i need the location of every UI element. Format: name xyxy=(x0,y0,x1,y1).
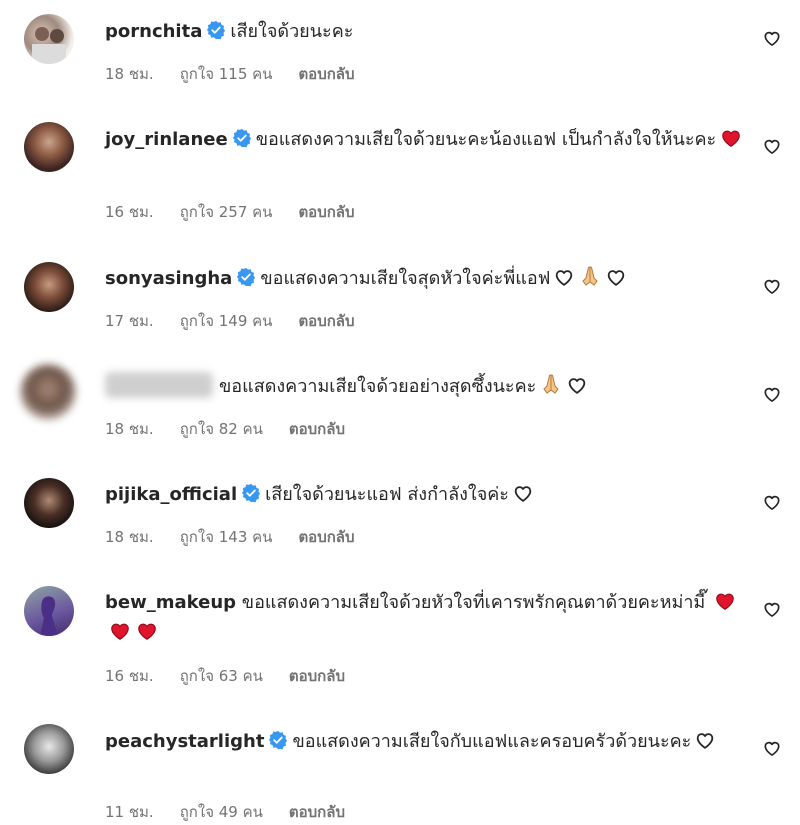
username[interactable]: pijika_official xyxy=(105,484,237,505)
folded-hands-icon xyxy=(578,264,602,288)
avatar[interactable] xyxy=(24,122,74,172)
comment-body: bew_makeup ขอแสดงความเสียใจด้วยหัวใจที่เ… xyxy=(105,588,745,648)
comment-meta: 18 ชม. ถูกใจ 82 คน ตอบกลับ xyxy=(105,417,371,441)
white-heart-icon xyxy=(512,482,534,504)
comment-text: ขอแสดงความเสียใจกับแอฟและครอบครัวด้วยนะค… xyxy=(292,731,692,752)
red-heart-icon xyxy=(135,620,159,642)
avatar[interactable] xyxy=(24,14,74,64)
verified-badge-icon xyxy=(206,20,226,40)
timestamp[interactable]: 18 ชม. xyxy=(105,420,154,438)
like-count[interactable]: ถูกใจ 257 คน xyxy=(180,203,273,221)
heart-outline-icon[interactable] xyxy=(762,384,782,404)
comment-text: เสียใจด้วยนะแอฟ ส่งกำลังใจค่ะ xyxy=(265,484,509,505)
comment-body: pijika_official เสียใจด้วยนะแอฟ ส่งกำลังใ… xyxy=(105,480,745,510)
like-count[interactable]: ถูกใจ 149 คน xyxy=(180,312,273,330)
avatar[interactable] xyxy=(24,724,74,774)
username[interactable]: pornchita xyxy=(105,21,202,42)
username[interactable]: bew_makeup xyxy=(105,592,236,613)
like-count[interactable]: ถูกใจ 143 คน xyxy=(180,528,273,546)
avatar[interactable] xyxy=(20,364,76,420)
username[interactable]: sonyasingha xyxy=(105,268,232,289)
white-heart-icon xyxy=(566,374,588,396)
comment-text: ขอแสดงความเสียใจด้วยอย่างสุดซึ้งนะคะ xyxy=(219,376,537,397)
comment-body: pornchita เสียใจด้วยนะคะ xyxy=(105,17,745,47)
red-heart-icon xyxy=(713,590,737,612)
comment-meta: 18 ชม. ถูกใจ 115 คน ตอบกลับ xyxy=(105,62,381,86)
folded-hands-icon xyxy=(539,372,563,396)
white-heart-icon xyxy=(694,729,716,751)
white-heart-icon xyxy=(553,266,575,288)
heart-outline-icon[interactable] xyxy=(762,28,782,48)
heart-outline-icon[interactable] xyxy=(762,276,782,296)
reply-button[interactable]: ตอบกลับ xyxy=(289,420,345,438)
reply-button[interactable]: ตอบกลับ xyxy=(298,528,354,546)
avatar[interactable] xyxy=(24,262,74,312)
comment-meta: 11 ชม. ถูกใจ 49 คน ตอบกลับ xyxy=(105,800,371,824)
reply-button[interactable]: ตอบกลับ xyxy=(298,65,354,83)
timestamp[interactable]: 16 ชม. xyxy=(105,203,154,221)
comment-text: ขอแสดงความเสียใจสุดหัวใจค่ะพี่แอฟ xyxy=(260,268,551,289)
username-redacted xyxy=(105,372,213,398)
comment-text: ขอแสดงความเสียใจด้วยนะคะน้องแอฟ เป็นกำลั… xyxy=(255,129,717,150)
red-heart-icon xyxy=(108,620,132,642)
white-heart-icon xyxy=(605,266,627,288)
like-count[interactable]: ถูกใจ 63 คน xyxy=(180,667,263,685)
comment-body: ขอแสดงความเสียใจด้วยอย่างสุดซึ้งนะคะ xyxy=(105,372,745,402)
comment-meta: 16 ชม. ถูกใจ 257 คน ตอบกลับ xyxy=(105,200,381,224)
comment-body: joy_rinlanee ขอแสดงความเสียใจด้วยนะคะน้อง… xyxy=(105,125,745,155)
comment-body: peachystarlight ขอแสดงความเสียใจกับแอฟและ… xyxy=(105,727,745,757)
verified-badge-icon xyxy=(241,483,261,503)
comment-meta: 16 ชม. ถูกใจ 63 คน ตอบกลับ xyxy=(105,664,371,688)
timestamp[interactable]: 16 ชม. xyxy=(105,667,154,685)
timestamp[interactable]: 18 ชม. xyxy=(105,528,154,546)
comment-text: ขอแสดงความเสียใจด้วยหัวใจที่เคารพรักคุณต… xyxy=(241,592,706,613)
like-count[interactable]: ถูกใจ 82 คน xyxy=(180,420,263,438)
verified-badge-icon xyxy=(236,267,256,287)
like-count[interactable]: ถูกใจ 115 คน xyxy=(180,65,273,83)
avatar[interactable] xyxy=(24,586,74,636)
reply-button[interactable]: ตอบกลับ xyxy=(298,203,354,221)
heart-outline-icon[interactable] xyxy=(762,738,782,758)
comment-body: sonyasingha ขอแสดงความเสียใจสุดหัวใจค่ะพี… xyxy=(105,264,745,294)
heart-outline-icon[interactable] xyxy=(762,492,782,512)
timestamp[interactable]: 17 ชม. xyxy=(105,312,154,330)
verified-badge-icon xyxy=(268,730,288,750)
avatar-image xyxy=(32,27,66,64)
reply-button[interactable]: ตอบกลับ xyxy=(289,667,345,685)
comment-meta: 17 ชม. ถูกใจ 149 คน ตอบกลับ xyxy=(105,309,381,333)
username[interactable]: joy_rinlanee xyxy=(105,129,228,150)
comment-meta: 18 ชม. ถูกใจ 143 คน ตอบกลับ xyxy=(105,525,381,549)
avatar[interactable] xyxy=(24,478,74,528)
reply-button[interactable]: ตอบกลับ xyxy=(289,803,345,821)
verified-badge-icon xyxy=(232,128,252,148)
heart-outline-icon[interactable] xyxy=(762,136,782,156)
avatar-image xyxy=(40,596,58,636)
red-heart-icon xyxy=(719,127,743,149)
username[interactable]: peachystarlight xyxy=(105,731,264,752)
timestamp[interactable]: 18 ชม. xyxy=(105,65,154,83)
reply-button[interactable]: ตอบกลับ xyxy=(298,312,354,330)
comment-text: เสียใจด้วยนะคะ xyxy=(230,21,354,42)
heart-outline-icon[interactable] xyxy=(762,599,782,619)
like-count[interactable]: ถูกใจ 49 คน xyxy=(180,803,263,821)
timestamp[interactable]: 11 ชม. xyxy=(105,803,154,821)
